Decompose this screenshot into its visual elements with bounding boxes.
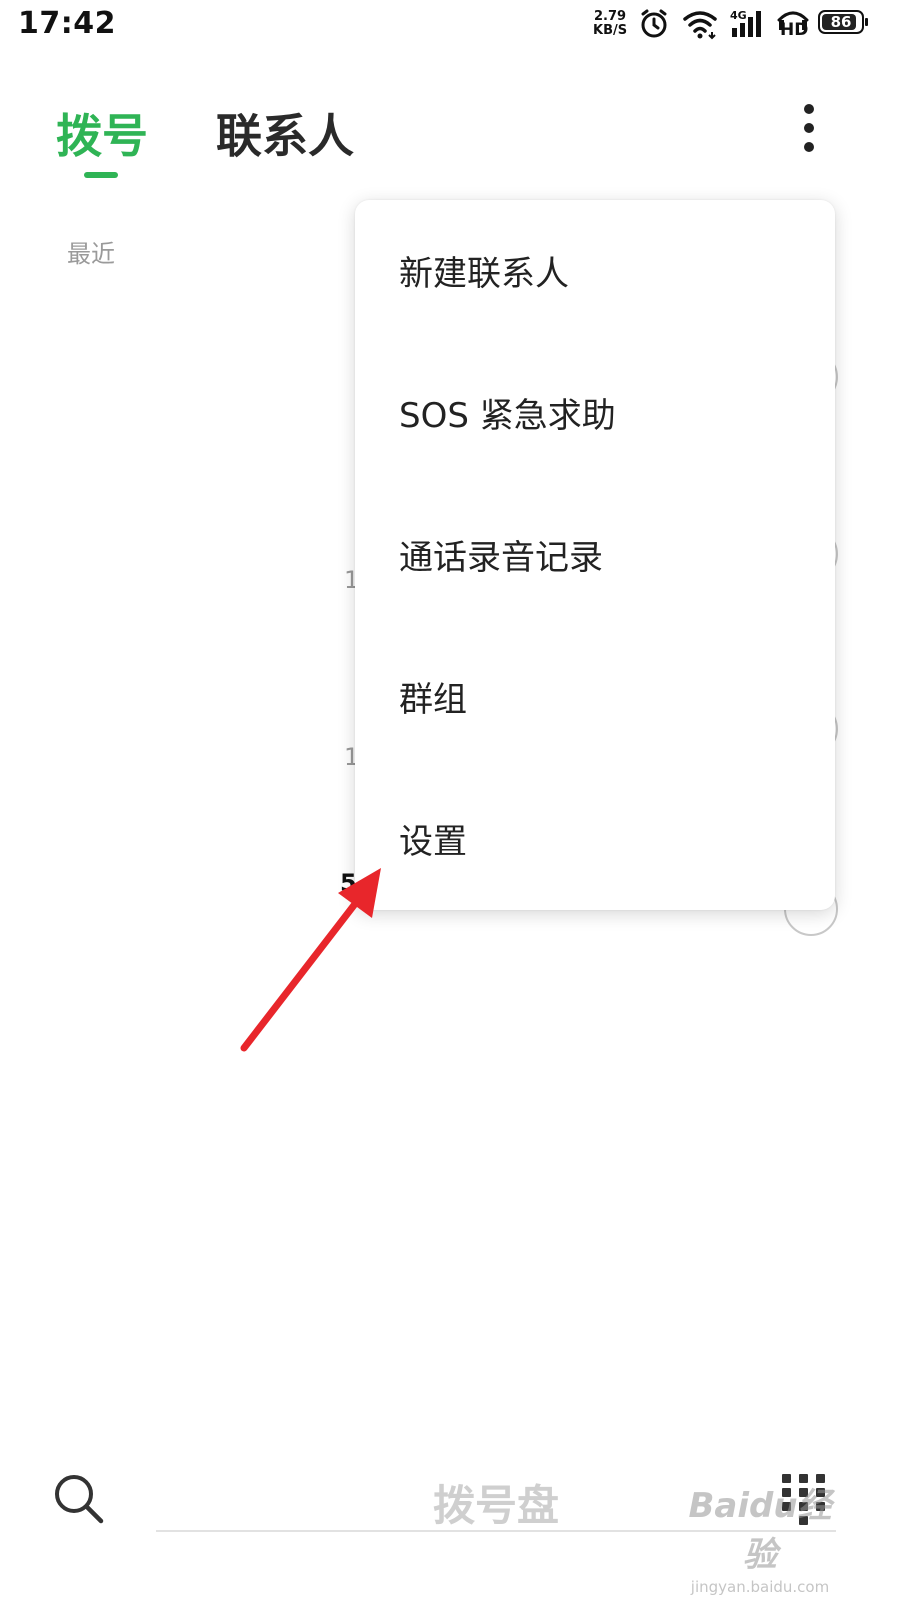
active-tab-indicator <box>84 172 118 178</box>
recent-section-label: 最近 <box>67 240 115 268</box>
battery-icon: 86 <box>818 10 868 34</box>
tab-dial[interactable]: 拨号 <box>56 100 148 166</box>
more-options-button[interactable] <box>790 100 830 156</box>
menu-item-new-contact[interactable]: 新建联系人 <box>355 200 835 342</box>
menu-item-label: 新建联系人 <box>399 254 569 294</box>
status-time: 17:42 <box>18 6 116 41</box>
overflow-menu: 新建联系人 SOS 紧急求助 通话录音记录 群组 设置 <box>355 200 835 910</box>
status-bar: 17:42 2.79 KB/S 4G HD 86 <box>0 0 900 50</box>
hd-label: HD <box>780 20 809 40</box>
menu-item-label: 通话录音记录 <box>399 538 603 578</box>
network-speed-unit: KB/S <box>593 23 628 38</box>
network-speed: 2.79 KB/S <box>593 10 627 38</box>
menu-item-label: SOS 紧急求助 <box>399 396 616 436</box>
menu-item-sos[interactable]: SOS 紧急求助 <box>355 342 835 484</box>
wifi-icon <box>683 11 717 40</box>
menu-item-settings[interactable]: 设置 <box>355 768 835 910</box>
tab-contacts[interactable]: 联系人 <box>216 100 354 166</box>
watermark-main: Baidu经验 <box>688 1486 832 1575</box>
signal-icon <box>732 11 761 37</box>
menu-item-label: 群组 <box>399 680 467 720</box>
battery-level: 86 <box>830 13 852 31</box>
alarm-icon <box>641 9 667 38</box>
watermark-sub: jingyan.baidu.com <box>690 1578 830 1596</box>
menu-item-call-recordings[interactable]: 通话录音记录 <box>355 484 835 626</box>
menu-item-groups[interactable]: 群组 <box>355 626 835 768</box>
network-speed-value: 2.79 <box>594 9 627 24</box>
menu-item-label: 设置 <box>399 822 467 862</box>
watermark: Baidu经验 jingyan.baidu.com <box>675 1478 845 1596</box>
search-icon[interactable] <box>50 1470 106 1526</box>
